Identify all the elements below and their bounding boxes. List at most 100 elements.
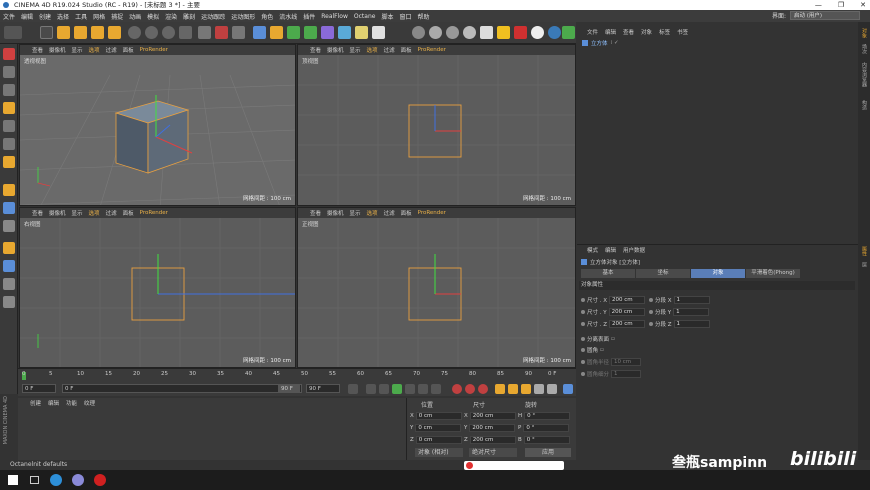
radio-icon[interactable] [581, 321, 585, 326]
windows-start-icon[interactable] [8, 475, 18, 485]
object-name[interactable]: 立方体 [591, 39, 608, 47]
end-frame-input[interactable]: 90 F [306, 384, 340, 393]
radio-icon[interactable] [649, 321, 653, 326]
light-icon[interactable] [372, 26, 385, 39]
rot-p-input[interactable]: 0 ° [523, 423, 570, 432]
seg-x-input[interactable]: 1 [673, 295, 710, 304]
vp-menu-panel[interactable]: 面板 [123, 46, 134, 54]
mat-menu-texture[interactable]: 纹理 [84, 399, 95, 407]
minimize-button[interactable]: — [815, 0, 822, 10]
side-tab-layers[interactable]: 层 [860, 262, 868, 267]
radio-icon[interactable] [581, 371, 585, 376]
y-axis-icon[interactable] [145, 26, 158, 39]
rotate-icon[interactable] [91, 26, 104, 39]
radio-icon[interactable] [581, 347, 585, 352]
size-mode-select[interactable]: 绝对尺寸 [469, 448, 517, 457]
octane-hdri-icon[interactable] [548, 26, 561, 39]
menu-item[interactable]: 动画 [129, 12, 141, 21]
fillet-radius-input[interactable]: 10 cm [611, 357, 642, 366]
checkbox-icon[interactable]: ▫ [600, 347, 604, 353]
octane-material-icon[interactable] [429, 26, 442, 39]
menu-item[interactable]: 脚本 [381, 12, 393, 21]
vp-menu-filter[interactable]: 过滤 [106, 46, 117, 54]
octane-sun-icon[interactable] [497, 26, 510, 39]
soft-selection-icon[interactable] [3, 184, 15, 196]
menu-item[interactable]: 捕捉 [111, 12, 123, 21]
scale-key-icon[interactable] [508, 384, 518, 394]
seg-y-input[interactable]: 1 [673, 307, 710, 316]
menu-item[interactable]: 文件 [3, 12, 15, 21]
size-x-input[interactable]: 200 cm [609, 295, 646, 304]
checkbox-icon[interactable]: ▫ [611, 336, 615, 342]
sogou-ime-icon[interactable] [466, 462, 473, 469]
task-view-icon[interactable] [30, 476, 39, 484]
layout-select[interactable]: 启动 (用户) [790, 11, 860, 20]
render-view-icon[interactable] [198, 26, 211, 39]
menu-item[interactable]: 运动图形 [231, 12, 255, 21]
vp-menu-prorender[interactable]: ProRender [140, 47, 168, 53]
menu-item[interactable]: 帮助 [417, 12, 429, 21]
size-z-input[interactable]: 200 cm [609, 319, 646, 328]
menu-item[interactable]: 窗口 [399, 12, 411, 21]
vp-menu-filter[interactable]: 过滤 [384, 209, 395, 217]
menu-item[interactable]: 插件 [303, 12, 315, 21]
octane-light-icon[interactable] [531, 26, 544, 39]
make-editable-icon[interactable] [3, 48, 15, 60]
vp-menu-camera[interactable]: 摄像机 [49, 209, 66, 217]
octane-camera-icon[interactable] [514, 26, 527, 39]
octane-sphere-icon[interactable] [446, 26, 459, 39]
menu-item[interactable]: 运动跟踪 [201, 12, 225, 21]
timeline-ruler[interactable]: 0 5 10 15 20 25 30 35 40 45 50 55 60 65 … [18, 368, 576, 382]
vp-menu-camera[interactable]: 摄像机 [327, 209, 344, 217]
camera-icon[interactable] [355, 26, 368, 39]
render-picture-icon[interactable] [215, 26, 228, 39]
radio-icon[interactable] [649, 297, 653, 302]
close-button[interactable]: ✕ [860, 0, 866, 10]
am-menu-mode[interactable]: 模式 [587, 246, 598, 254]
rot-h-input[interactable]: 0 ° [524, 411, 571, 420]
auto-key-icon[interactable] [465, 384, 475, 394]
tab-phong[interactable]: 平滑着色(Phong) [746, 269, 800, 278]
vp-menu-options[interactable]: 选项 [367, 46, 378, 54]
recorder-app-icon[interactable] [94, 474, 106, 486]
vp-menu-view[interactable]: 查看 [32, 46, 43, 54]
menu-item[interactable]: 模拟 [147, 12, 159, 21]
vp-menu-options[interactable]: 选项 [367, 209, 378, 217]
om-menu-view[interactable]: 查看 [623, 28, 634, 36]
am-menu-edit[interactable]: 编辑 [605, 246, 616, 254]
vp-menu-view[interactable]: 查看 [310, 46, 321, 54]
z-axis-icon[interactable] [162, 26, 175, 39]
octane-settings-icon[interactable] [480, 26, 493, 39]
side-tab-content-browser[interactable]: 内容浏览器 [860, 62, 868, 87]
prev-key-icon[interactable] [366, 384, 376, 394]
side-tab-structure[interactable]: 构造 [860, 100, 868, 110]
rot-key-icon[interactable] [521, 384, 531, 394]
recent-tool-icon[interactable] [108, 26, 121, 39]
download-icon[interactable] [3, 296, 15, 308]
cube-primitive-icon[interactable] [253, 26, 266, 39]
menu-item[interactable]: RealFlow [321, 13, 348, 20]
vp-menu-prorender[interactable]: ProRender [140, 210, 168, 216]
menu-item[interactable]: 编辑 [21, 12, 33, 21]
start-frame-input[interactable]: 0 F [22, 384, 56, 393]
vp-menu-panel[interactable]: 面板 [401, 46, 412, 54]
param-key-icon[interactable] [534, 384, 544, 394]
pos-y-input[interactable]: 0 cm [415, 423, 462, 432]
polygons-mode-icon[interactable] [3, 156, 15, 168]
viewport-perspective[interactable]: 查看 摄像机 显示 选项 过滤 面板 ProRender 透视视图 网格间距 :… [19, 44, 296, 206]
apply-button[interactable]: 应用 [525, 448, 571, 457]
menu-item[interactable]: Octane [354, 13, 376, 20]
octane-node-icon[interactable] [562, 26, 575, 39]
menu-item[interactable]: 工具 [75, 12, 87, 21]
vp-menu-prorender[interactable]: ProRender [418, 210, 446, 216]
vp-menu-prorender[interactable]: ProRender [418, 47, 446, 53]
om-menu-edit[interactable]: 编辑 [605, 28, 616, 36]
tab-object[interactable]: 对象 [691, 269, 745, 278]
object-row-cube[interactable]: 立方体 ⁞ ✓ [582, 39, 619, 47]
menu-item[interactable]: 网格 [93, 12, 105, 21]
am-menu-userdata[interactable]: 用户数据 [623, 246, 645, 254]
pos-key-icon[interactable] [495, 384, 505, 394]
size-x-coord-input[interactable]: 200 cm [469, 411, 516, 420]
vp-menu-filter[interactable]: 过滤 [106, 209, 117, 217]
size-y-input[interactable]: 200 cm [608, 307, 645, 316]
